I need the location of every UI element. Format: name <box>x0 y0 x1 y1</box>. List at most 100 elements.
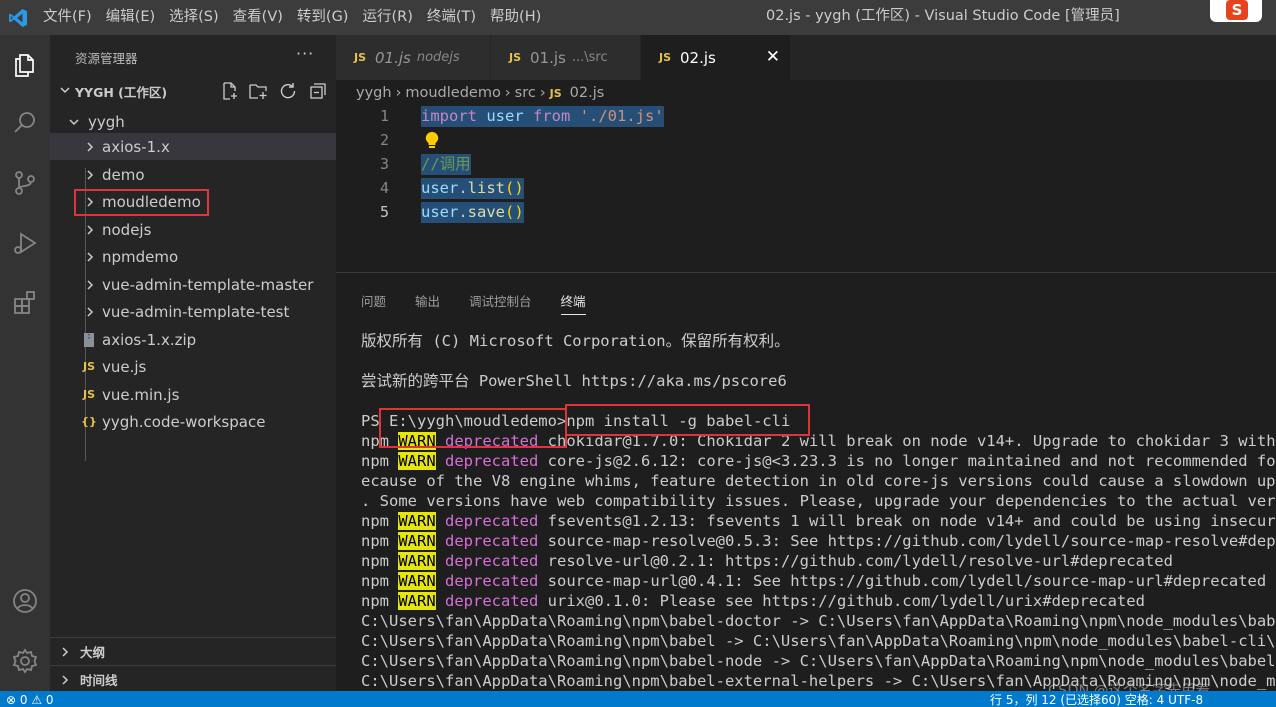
tree-file[interactable]: JS vue.js <box>50 353 336 380</box>
menu-file[interactable]: 文件(F) <box>36 0 99 35</box>
outline-label: 大纲 <box>80 645 106 660</box>
code-editor[interactable]: 1 2 3 4 5 import user from './01.js' //调… <box>336 104 1276 272</box>
tab-label: 01.js <box>375 48 411 67</box>
tree-folder[interactable]: nodejs <box>50 216 336 243</box>
terminal-line: npm WARN deprecated urix@0.1.0: Please s… <box>361 592 1145 610</box>
chevron-right-icon: › <box>539 85 546 101</box>
tree-folder-root[interactable]: yygh <box>50 108 336 135</box>
terminal-line: npm WARN deprecated resolve-url@0.2.1: h… <box>361 552 1173 570</box>
workspace-header[interactable]: YYGH (工作区) <box>50 79 336 103</box>
breadcrumb-item[interactable]: yygh <box>356 85 392 101</box>
tab-output[interactable]: 输出 <box>415 291 440 315</box>
js-file-icon: JS <box>659 51 672 64</box>
menu-run[interactable]: 运行(R) <box>355 0 419 35</box>
outline-section[interactable]: 大纲 <box>50 637 336 665</box>
chevron-down-icon <box>60 87 70 94</box>
source-control-icon[interactable] <box>0 159 50 207</box>
accounts-icon[interactable] <box>0 577 50 625</box>
explorer-sidebar: 资源管理器 ··· YYGH (工作区) yygh axios-1.x demo… <box>50 35 336 691</box>
terminal-line: C:\Users\fan\AppData\Roaming\npm\babel -… <box>361 632 1276 650</box>
bottom-panel: 问题 输出 调试控制台 终端 版权所有 (C) Microsoft Corpor… <box>336 272 1276 691</box>
tree-label: vue.js <box>102 357 147 376</box>
tree-folder[interactable]: vue-admin-template-master <box>50 271 336 298</box>
tree-folder[interactable]: demo <box>50 161 336 188</box>
tree-label: vue-admin-template-test <box>102 302 290 321</box>
new-file-icon[interactable] <box>220 81 240 101</box>
tree-file[interactable]: JS vue.min.js <box>50 381 336 408</box>
tab-terminal[interactable]: 终端 <box>560 291 586 315</box>
extensions-icon[interactable] <box>0 279 50 327</box>
search-icon[interactable] <box>0 99 50 147</box>
terminal-line: npm WARN deprecated core-js@2.6.12: core… <box>361 452 1276 470</box>
timeline-section[interactable]: 时间线 <box>50 665 336 693</box>
tab-label: 01.js <box>530 48 566 67</box>
chevron-down-icon <box>69 118 79 125</box>
tab-01-src[interactable]: JS 01.js ...\src <box>491 35 641 80</box>
lightbulb-icon[interactable] <box>425 131 439 149</box>
breadcrumb-file[interactable]: 02.js <box>570 85 605 101</box>
highlight-box <box>74 189 209 216</box>
new-folder-icon[interactable] <box>248 81 268 101</box>
explorer-title: 资源管理器 <box>75 51 138 66</box>
tree-label: vue.min.js <box>102 385 180 404</box>
menu-go[interactable]: 转到(G) <box>290 0 356 35</box>
panel-tabs: 问题 输出 调试控制台 终端 <box>361 291 615 315</box>
status-bar: ⊗ 0 ⚠ 0 行 5，列 12 (已选择60) 空格: 4 UTF-8 <box>0 691 1276 707</box>
terminal-line: 尝试新的跨平台 PowerShell https://aka.ms/pscore… <box>361 372 787 390</box>
terminal-line: npm WARN deprecated source-map-url@0.4.1… <box>361 572 1267 590</box>
menu-selection[interactable]: 选择(S) <box>162 0 226 35</box>
terminal-output[interactable]: 版权所有 (C) Microsoft Corporation。保留所有权利。 尝… <box>361 329 1276 692</box>
tab-description: nodejs <box>416 50 460 65</box>
line-number: 4 <box>379 179 389 197</box>
refresh-icon[interactable] <box>278 81 298 101</box>
menu-view[interactable]: 查看(V) <box>226 0 290 35</box>
chevron-right-icon <box>62 674 69 685</box>
tree-folder[interactable]: vue-admin-template-test <box>50 298 336 325</box>
run-debug-icon[interactable] <box>0 219 50 267</box>
tree-file[interactable]: axios-1.x.zip <box>50 326 336 353</box>
tab-02-active[interactable]: JS 02.js ✕ <box>641 35 791 80</box>
tree-folder[interactable]: npmdemo <box>50 243 336 270</box>
menu-terminal[interactable]: 终端(T) <box>420 0 483 35</box>
breadcrumb-item[interactable]: moudledemo <box>405 85 500 101</box>
code-line: import user from './01.js' <box>421 106 664 127</box>
chevron-right-icon <box>87 224 94 235</box>
menu-edit[interactable]: 编辑(E) <box>99 0 162 35</box>
js-file-icon: JS <box>509 51 522 64</box>
close-icon[interactable]: ✕ <box>766 47 780 67</box>
terminal-line: . Some versions have web compatibility i… <box>361 492 1276 510</box>
chevron-right-icon <box>87 141 94 152</box>
explorer-icon[interactable] <box>0 41 50 89</box>
tree-folder[interactable]: axios-1.x <box>50 133 336 160</box>
js-file-icon: JS <box>354 51 367 64</box>
tab-problems[interactable]: 问题 <box>361 291 386 315</box>
tree-label: vue-admin-template-master <box>102 275 314 294</box>
problems-count[interactable]: ⊗ 0 ⚠ 0 <box>6 691 54 707</box>
cursor-position[interactable]: 行 5，列 12 (已选择60) 空格: 4 UTF-8 <box>990 691 1203 707</box>
chevron-right-icon <box>62 646 69 657</box>
menu-help[interactable]: 帮助(H) <box>483 0 548 35</box>
breadcrumb: yygh › moudledemo › src › JS 02.js <box>356 82 604 104</box>
terminal-line: 版权所有 (C) Microsoft Corporation。保留所有权利。 <box>361 332 790 350</box>
line-number: 3 <box>379 155 389 173</box>
chevron-right-icon: › <box>395 85 402 101</box>
collapse-all-icon[interactable] <box>308 81 328 101</box>
breadcrumb-item[interactable]: src <box>515 85 536 101</box>
tree-label: demo <box>102 165 145 184</box>
terminal-line: C:\Users\fan\AppData\Roaming\npm\babel-d… <box>361 612 1276 630</box>
terminal-line: ecause of the V8 engine whims, feature d… <box>361 472 1276 490</box>
js-file-icon: JS <box>82 360 95 373</box>
line-number: 1 <box>379 107 389 125</box>
vscode-logo-icon <box>9 9 27 27</box>
ime-icon[interactable]: S <box>1210 0 1262 22</box>
settings-gear-icon[interactable] <box>0 637 50 685</box>
terminal-line: npm WARN deprecated source-map-resolve@0… <box>361 532 1276 550</box>
tree-label: axios-1.x.zip <box>102 330 197 349</box>
tree-file[interactable]: {} yygh.code-workspace <box>50 408 336 435</box>
code-line: user.save() <box>421 202 524 223</box>
tree-label: yygh <box>88 112 125 131</box>
tab-debug-console[interactable]: 调试控制台 <box>469 291 532 315</box>
menu-bar: 文件(F) 编辑(E) 选择(S) 查看(V) 转到(G) 运行(R) 终端(T… <box>36 0 548 35</box>
more-actions-icon[interactable]: ··· <box>296 44 314 63</box>
tab-01-nodejs[interactable]: JS 01.js nodejs <box>336 35 491 80</box>
